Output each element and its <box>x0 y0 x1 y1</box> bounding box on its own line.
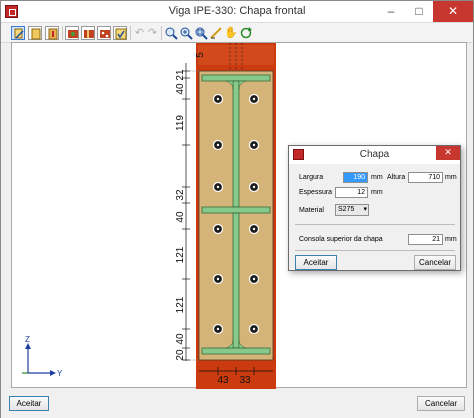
stiffener-tool-icon[interactable] <box>81 26 95 40</box>
pan-hand-icon[interactable]: ✋ <box>224 26 238 40</box>
espessura-input[interactable]: 12 <box>335 187 368 198</box>
dim-label: 121 <box>175 296 186 313</box>
altura-label: Altura <box>387 174 406 181</box>
edit-tool-icon[interactable] <box>11 26 25 40</box>
section-tool-icon[interactable] <box>45 26 59 40</box>
altura-input[interactable]: 710 <box>408 172 443 183</box>
dim-label: 40 <box>175 211 186 223</box>
beam-mid-flange <box>201 206 271 214</box>
dim-label: 33 <box>239 375 251 386</box>
zoom-all-icon[interactable] <box>194 26 208 40</box>
undo-icon[interactable]: ↶ <box>133 26 146 40</box>
divider <box>295 224 455 225</box>
zoom-in-icon[interactable] <box>179 26 193 40</box>
minimize-button[interactable]: – <box>377 1 405 22</box>
redo-icon[interactable]: ↷ <box>146 26 159 40</box>
divider <box>295 250 455 251</box>
main-window: Viga IPE-330: Chapa frontal – □ ✕ ↶ ↷ ✋ … <box>0 0 474 418</box>
measure-icon[interactable] <box>209 26 223 40</box>
dim-label: 121 <box>175 246 186 263</box>
bolts-tool-icon[interactable] <box>97 26 111 40</box>
dim-label: 119 <box>175 115 186 131</box>
maximize-button[interactable]: □ <box>405 1 433 22</box>
dim-label: 40 <box>175 333 186 345</box>
check-tool-icon[interactable] <box>113 26 127 40</box>
view-tool-icon[interactable] <box>28 26 42 40</box>
material-label: Material <box>299 207 324 214</box>
beam-bottom-flange <box>201 347 271 355</box>
consola-unit: mm <box>445 236 457 243</box>
dim-label: 20 <box>175 349 186 361</box>
close-button[interactable]: ✕ <box>433 1 473 22</box>
cancel-button[interactable]: Cancelar <box>417 396 465 411</box>
axis-z-label: Z <box>25 335 30 344</box>
weld-tool-icon[interactable] <box>65 26 79 40</box>
axis-y-label: Y <box>57 369 63 378</box>
chevron-down-icon: ▾ <box>363 206 367 213</box>
dim-label: 21 <box>175 69 186 81</box>
dim-label: 32 <box>175 189 186 201</box>
material-select[interactable]: S275 ▾ <box>335 204 369 216</box>
dialog-title-bar: Chapa ✕ <box>289 146 460 164</box>
dialog-cancel-button[interactable]: Cancelar <box>414 255 456 270</box>
largura-input[interactable]: 190 <box>343 172 368 183</box>
toolbar: ↶ ↷ ✋ <box>1 23 473 43</box>
title-bar: Viga IPE-330: Chapa frontal – □ ✕ <box>1 1 473 23</box>
beam-web-lower <box>232 212 240 349</box>
beam-web-upper <box>232 80 240 208</box>
beam-top-flange <box>201 74 271 82</box>
zoom-window-icon[interactable] <box>164 26 178 40</box>
material-value: S275 <box>338 206 355 213</box>
altura-unit: mm <box>445 174 457 181</box>
dim-label: 43 <box>217 375 229 386</box>
espessura-label: Espessura <box>299 189 333 196</box>
consola-input[interactable]: 21 <box>408 234 443 245</box>
dialog-title: Chapa <box>359 149 390 160</box>
accept-button[interactable]: Aceitar <box>9 396 49 411</box>
dialog-close-button[interactable]: ✕ <box>436 146 460 160</box>
largura-label: Largura <box>299 174 324 181</box>
chapa-dialog: Chapa ✕ Largura 190 mm Altura 710 mm Esp… <box>288 145 461 271</box>
consola-label: Consola superior da chapa <box>299 236 383 243</box>
dim-label: 5 <box>195 52 206 58</box>
axis-indicator: Z Y <box>22 335 63 378</box>
bottom-bar: Aceitar Cancelar <box>1 389 473 418</box>
dialog-accept-button[interactable]: Aceitar <box>295 255 337 270</box>
espessura-unit: mm <box>371 189 383 196</box>
refresh-icon[interactable] <box>239 26 253 40</box>
dim-label: 40 <box>175 83 186 95</box>
largura-unit: mm <box>371 174 383 181</box>
